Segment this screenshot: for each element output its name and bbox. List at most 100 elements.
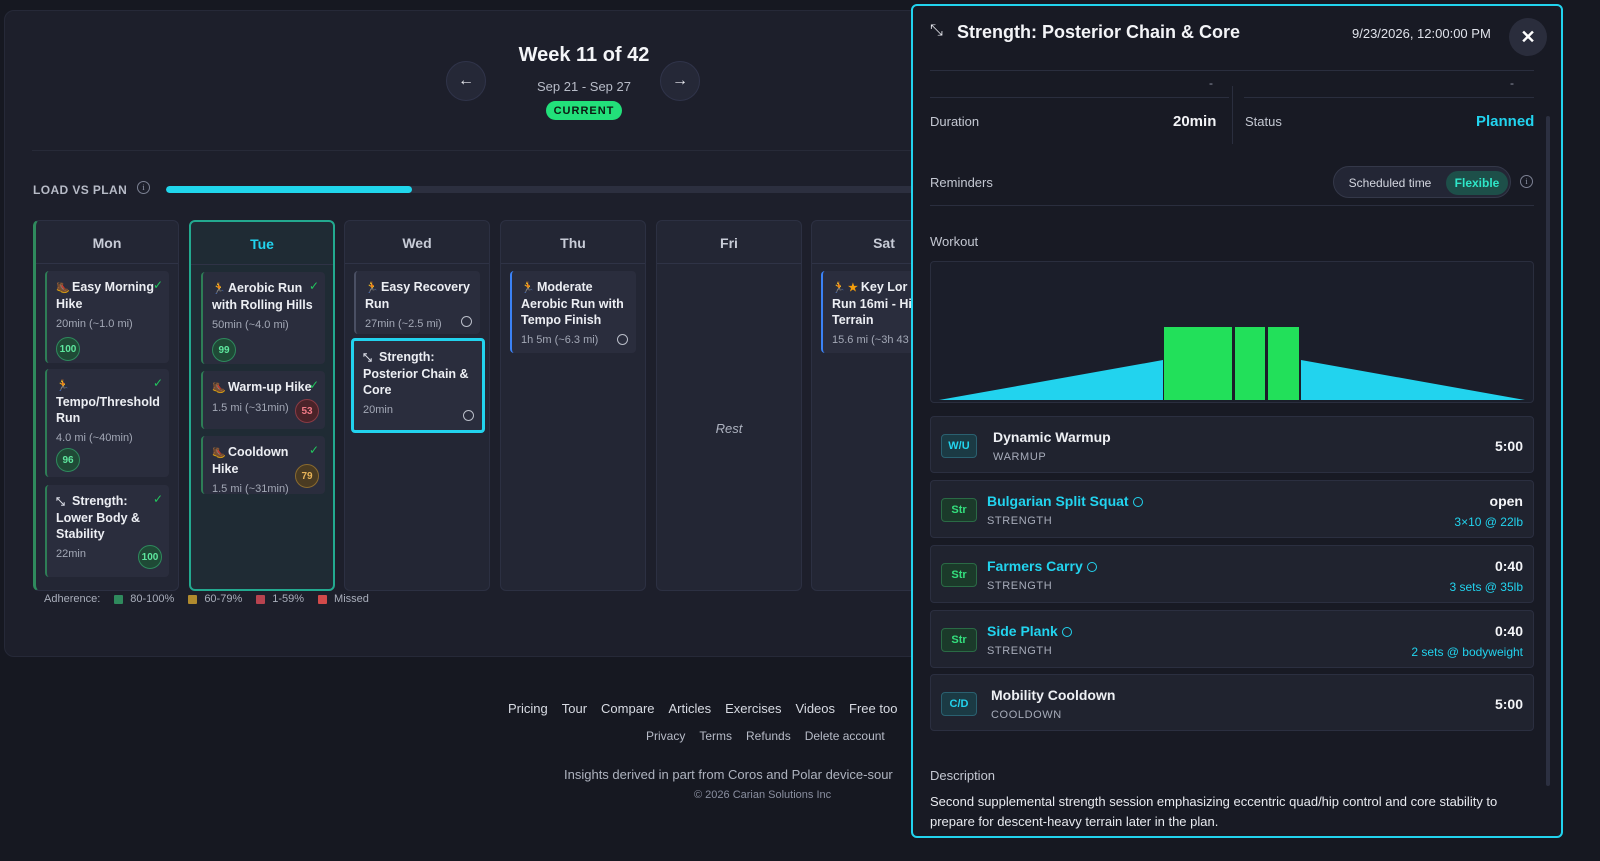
workout-card-strength-lower-body[interactable]: ⤡ Strength: Lower Body & Stability ✓ 22mi…	[45, 485, 169, 577]
footer-link-articles[interactable]: Articles	[669, 701, 712, 716]
workout-structure-svg	[939, 327, 1525, 400]
planned-circle-icon	[461, 316, 472, 327]
step-bulgarian-split-squat[interactable]: Str Bulgarian Split Squat STRENGTH open …	[930, 480, 1534, 538]
footer-link-privacy[interactable]: Privacy	[646, 729, 685, 743]
strength-block-3	[1268, 327, 1299, 400]
footer-link-refunds[interactable]: Refunds	[746, 729, 791, 743]
load-progress-bar	[166, 186, 936, 193]
info-icon	[1061, 627, 1072, 638]
workout-title: Easy Recovery Run	[365, 280, 470, 311]
workout-card-easy-morning-hike[interactable]: 🥾 Easy Morning Hike ✓ 20min (~1.0 mi) 100	[45, 271, 169, 363]
reminder-toggle: Scheduled time Flexible	[1333, 166, 1511, 198]
planned-circle-icon	[463, 410, 474, 421]
workout-title: Warm-up Hike	[228, 380, 312, 394]
key-star-icon: ★	[848, 282, 858, 294]
info-icon	[1086, 562, 1097, 573]
legend-swatch	[188, 594, 198, 604]
day-column-wed: Wed 🏃 Easy Recovery Run 27min (~2.5 mi) ⤡…	[344, 220, 490, 591]
workout-card-moderate-aerobic-run[interactable]: 🏃 Moderate Aerobic Run with Tempo Finish …	[510, 271, 636, 353]
status-label: Status	[1245, 114, 1282, 129]
strength-block-2	[1235, 327, 1265, 400]
drawer-scrollbar[interactable]	[1546, 116, 1550, 786]
step-name-link[interactable]: Bulgarian Split Squat	[987, 493, 1143, 509]
step-tag: Str	[941, 498, 977, 522]
workout-card-cooldown-hike[interactable]: 🥾 Cooldown Hike ✓ 1.5 mi (~31min) 79	[201, 436, 325, 495]
workout-title-line1: Key Lor	[860, 280, 908, 294]
step-name-link[interactable]: Side Plank	[987, 623, 1072, 639]
day-name-wed: Wed	[402, 235, 432, 251]
workout-card-strength-posterior-chain-selected[interactable]: ⤡ Strength: Posterior Chain & Core 20min	[351, 338, 485, 433]
day-head-divider	[501, 263, 645, 264]
workout-meta: 20min (~1.0 mi)	[56, 318, 133, 330]
step-tag: Str	[941, 628, 977, 652]
load-vs-plan-label: LOAD VS PLAN	[33, 183, 128, 197]
day-name-fri: Fri	[720, 235, 738, 251]
workout-meta: 50min (~4.0 mi)	[212, 319, 289, 331]
footer-link-delete-account[interactable]: Delete account	[805, 729, 885, 743]
dash-left: -	[1209, 76, 1213, 90]
workout-meta: 27min (~2.5 mi)	[365, 318, 442, 330]
divider	[1244, 97, 1534, 98]
cooldown-ramp	[1301, 360, 1525, 400]
day-head-divider	[36, 263, 178, 264]
day-name-tue: Tue	[250, 236, 274, 252]
footer-link-compare[interactable]: Compare	[601, 701, 654, 716]
step-time: open	[1489, 493, 1523, 509]
strength-icon: ⤡	[363, 352, 372, 364]
reminder-option-flexible[interactable]: Flexible	[1446, 171, 1508, 195]
day-name-mon: Mon	[92, 235, 122, 251]
legend-label: Adherence:	[44, 593, 101, 605]
reminder-option-scheduled[interactable]: Scheduled time	[1338, 171, 1442, 195]
hike-icon: 🥾	[212, 382, 226, 394]
workout-card-warm-up-hike[interactable]: 🥾 Warm-up Hike ✓ 1.5 mi (~31min) 53	[201, 371, 325, 429]
description-text: Second supplemental strength session emp…	[930, 794, 1498, 829]
footer-link-terms[interactable]: Terms	[699, 729, 732, 743]
adherence-score: 79	[295, 464, 319, 488]
workout-title: Strength: Lower Body & Stability	[56, 494, 141, 541]
workout-card-aerobic-run-rolling-hills[interactable]: 🏃 Aerobic Run with Rolling Hills ✓ 50min …	[201, 272, 325, 364]
day-head-divider	[345, 263, 489, 264]
current-week-badge: CURRENT	[546, 101, 622, 120]
footer-link-pricing[interactable]: Pricing	[508, 701, 548, 716]
run-icon: 🏃	[56, 380, 70, 392]
step-category: COOLDOWN	[991, 709, 1062, 721]
load-info-icon[interactable]: i	[137, 181, 150, 194]
step-sets: 2 sets @ bodyweight	[1411, 645, 1523, 659]
step-name: Dynamic Warmup	[993, 429, 1111, 445]
step-name-text: Farmers Carry	[987, 558, 1083, 574]
footer-link-free-tools[interactable]: Free too	[849, 701, 897, 716]
close-button[interactable]: ✕	[1509, 18, 1547, 56]
workout-meta: 1h 5m (~6.3 mi)	[521, 334, 599, 346]
workout-card-tempo-threshold-run[interactable]: 🏃 Tempo/Threshold Run ✓ 4.0 mi (~40min) 9…	[45, 369, 169, 477]
workout-title-line2: Run 16mi - Hil	[832, 297, 916, 311]
step-tag: C/D	[941, 692, 977, 716]
duration-label: Duration	[930, 114, 980, 129]
day-column-mon: Mon 🥾 Easy Morning Hike ✓ 20min (~1.0 mi)…	[33, 220, 179, 591]
legend-swatch	[318, 594, 328, 604]
step-mobility-cooldown[interactable]: C/D Mobility Cooldown COOLDOWN 5:00	[930, 674, 1534, 731]
footer-link-tour[interactable]: Tour	[562, 701, 587, 716]
workout-title: Strength: Posterior Chain & Core	[363, 350, 469, 397]
step-name-link[interactable]: Farmers Carry	[987, 558, 1097, 574]
completed-check-icon: ✓	[152, 278, 163, 292]
step-category: WARMUP	[993, 451, 1047, 463]
adherence-legend: Adherence: 80-100% 60-79% 1-59% Missed	[44, 593, 369, 605]
day-column-thu: Thu 🏃 Moderate Aerobic Run with Tempo Fin…	[500, 220, 646, 591]
step-time: 5:00	[1494, 696, 1523, 712]
workout-card-easy-recovery-run[interactable]: 🏃 Easy Recovery Run 27min (~2.5 mi)	[354, 271, 480, 334]
step-side-plank[interactable]: Str Side Plank STRENGTH 0:40 2 sets @ bo…	[930, 610, 1534, 668]
close-icon: ✕	[1520, 26, 1536, 47]
reminders-info-icon[interactable]: i	[1520, 175, 1533, 188]
divider	[930, 70, 1534, 71]
step-farmers-carry[interactable]: Str Farmers Carry STRENGTH 0:40 3 sets @…	[930, 545, 1534, 603]
completed-check-icon: ✓	[152, 376, 163, 390]
dash-right: -	[1510, 76, 1514, 90]
step-dynamic-warmup[interactable]: W/U Dynamic Warmup WARMUP 5:00	[930, 416, 1534, 473]
footer-link-exercises[interactable]: Exercises	[725, 701, 781, 716]
completed-check-icon: ✓	[152, 492, 163, 506]
footer-link-videos[interactable]: Videos	[796, 701, 836, 716]
duration-value: 20min	[1173, 113, 1217, 130]
step-category: STRENGTH	[987, 515, 1053, 527]
drawer-title: Strength: Posterior Chain & Core	[957, 22, 1241, 42]
rest-day-label: Rest	[715, 421, 743, 436]
